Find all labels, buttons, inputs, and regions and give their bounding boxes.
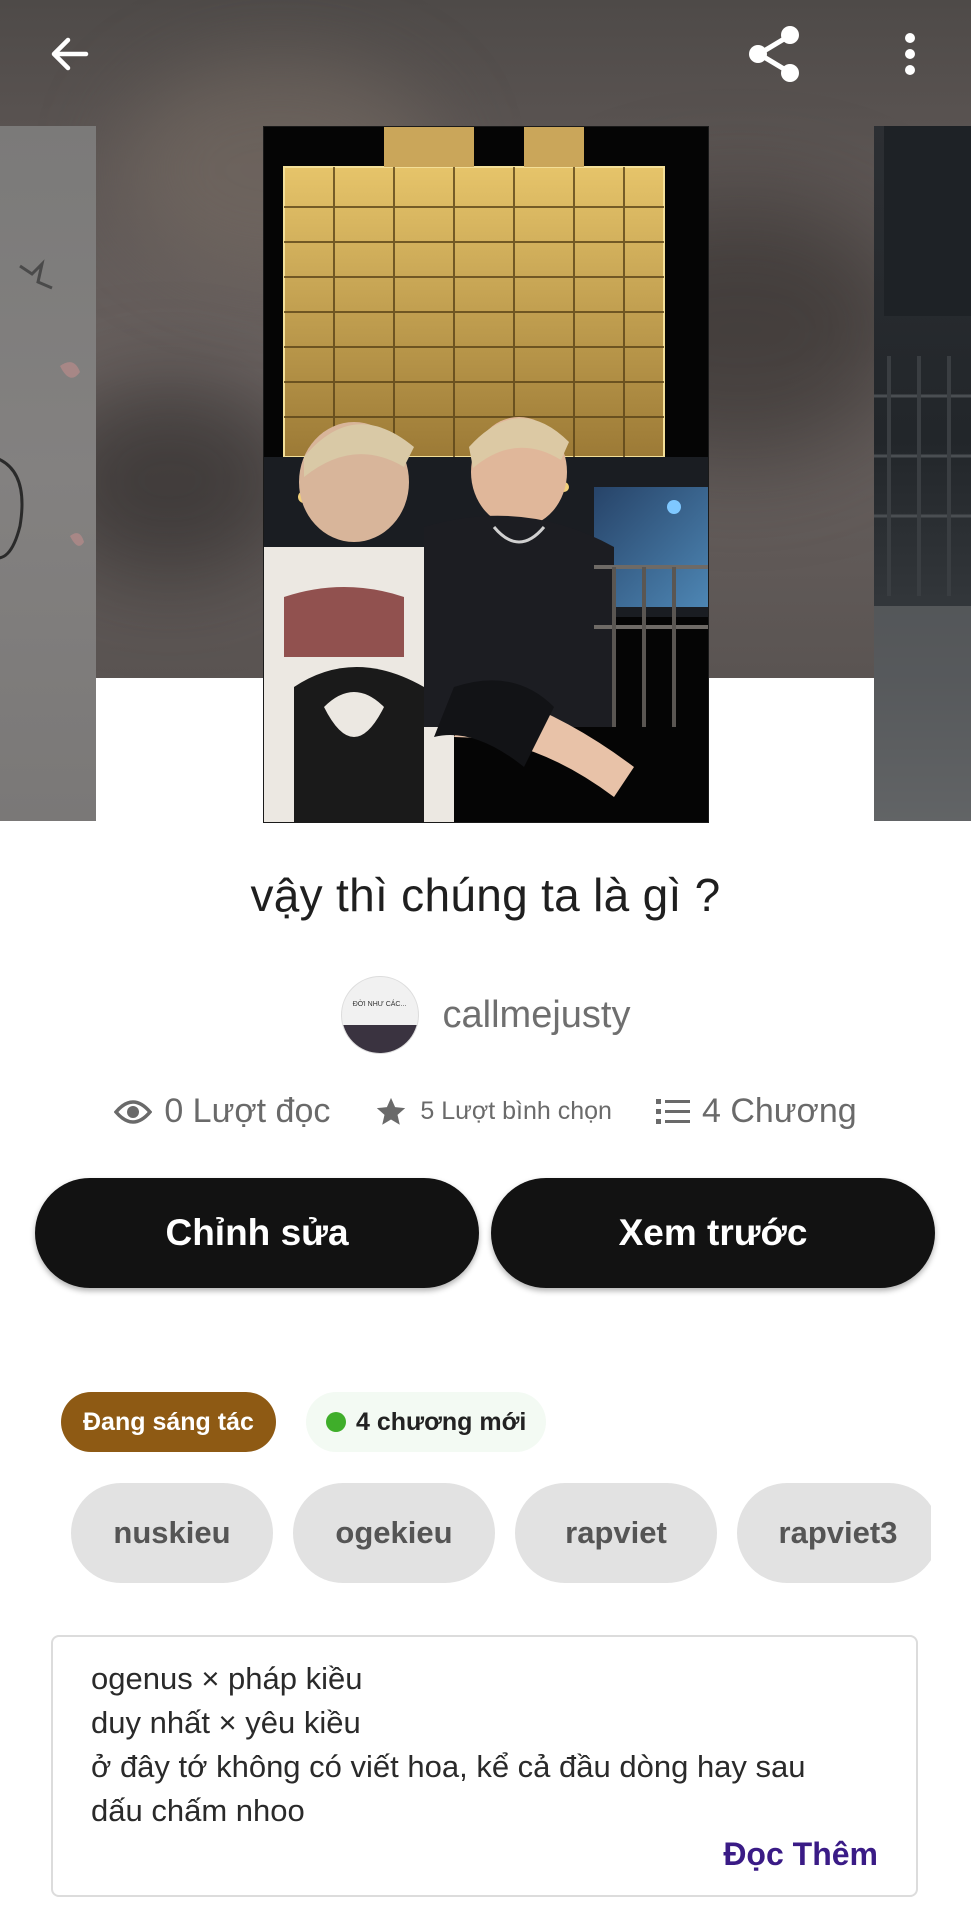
sketch-doodle-icon (0, 259, 84, 560)
preview-button[interactable]: Xem trước (491, 1178, 935, 1288)
tag-chip[interactable]: nuskieu (71, 1483, 273, 1583)
tag-chip[interactable]: ogekieu (293, 1483, 495, 1583)
description-line: ở đây tớ không có viết hoa, kể cả đầu dò… (91, 1749, 806, 1784)
votes-stat: 5 Lượt bình chọn (374, 1095, 612, 1129)
description-line: ogenus × pháp kiều (91, 1661, 363, 1696)
share-button[interactable] (742, 22, 806, 86)
green-dot-icon (326, 1412, 346, 1432)
photo-illustration (264, 127, 708, 822)
tag-chip[interactable]: rapviet (515, 1483, 717, 1583)
status-badge: Đang sáng tác (61, 1392, 276, 1452)
author-name[interactable]: callmejusty (443, 994, 631, 1037)
description-line: duy nhất × yêu kiều (91, 1705, 361, 1740)
avatar-shape (341, 1025, 418, 1053)
reads-stat: 0 Lượt đọc (114, 1092, 330, 1131)
railing-shape-icon (874, 126, 971, 821)
avatar[interactable]: ĐỜI NHƯ CÁC... (340, 976, 419, 1054)
list-icon (655, 1098, 690, 1124)
more-options-button[interactable] (878, 22, 942, 86)
more-vertical-icon (905, 33, 915, 75)
tag-chip[interactable]: rapviet3 (737, 1483, 931, 1583)
next-story-cover[interactable] (874, 126, 971, 821)
story-description: ogenus × pháp kiều duy nhất × yêu kiều ở… (51, 1635, 918, 1897)
share-icon (749, 26, 799, 82)
eye-icon (114, 1099, 153, 1124)
new-chapters-badge: 4 chương mới (306, 1392, 547, 1452)
arrow-left-icon (51, 37, 89, 71)
back-button[interactable] (38, 22, 102, 86)
story-title: vậy thì chúng ta là gì ? (250, 869, 721, 921)
author-row[interactable]: ĐỜI NHƯ CÁC... callmejusty (0, 976, 971, 1054)
chapters-stat: 4 Chương (655, 1092, 857, 1131)
chapters-count: 4 Chương (701, 1092, 857, 1130)
story-stats: 0 Lượt đọc 5 Lượt bình chọn 4 Chương (0, 1092, 971, 1131)
reads-count: 0 Lượt đọc (164, 1092, 331, 1130)
previous-story-cover[interactable] (0, 126, 96, 821)
read-more-link[interactable]: Đọc Thêm (723, 1836, 878, 1873)
avatar-text: ĐỜI NHƯ CÁC... (352, 1001, 407, 1008)
story-cover-image[interactable] (263, 126, 709, 823)
tag-list[interactable]: nuskieu ogekieu rapviet rapviet3 (71, 1483, 931, 1583)
votes-count: 5 Lượt bình chọn (420, 1097, 612, 1125)
new-chapters-label: 4 chương mới (356, 1407, 527, 1436)
edit-button[interactable]: Chỉnh sửa (35, 1178, 479, 1288)
star-icon (377, 1097, 406, 1125)
description-line: dấu chấm nhoo (91, 1793, 305, 1828)
